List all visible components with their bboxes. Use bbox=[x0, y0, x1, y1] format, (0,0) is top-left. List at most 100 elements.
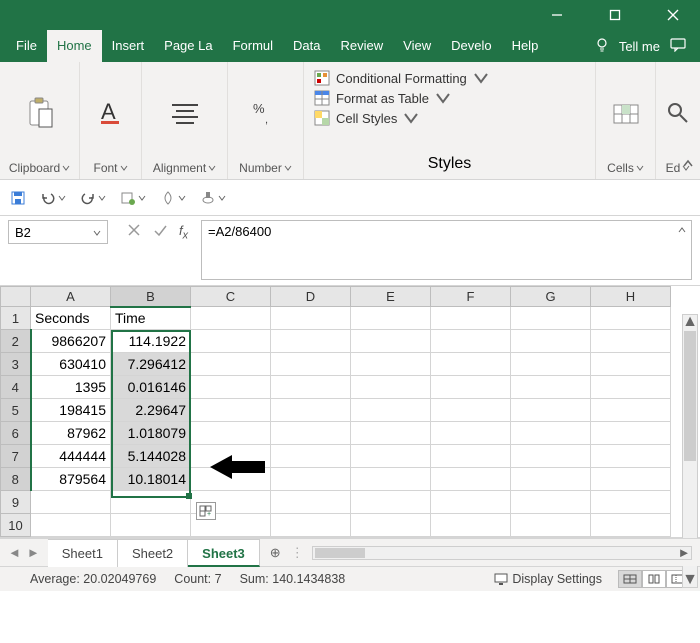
page-layout-view-button[interactable] bbox=[642, 570, 666, 588]
tab-review[interactable]: Review bbox=[331, 30, 394, 62]
cell[interactable] bbox=[271, 514, 351, 537]
cell[interactable]: 5.144028 bbox=[111, 445, 191, 468]
comments-icon[interactable] bbox=[670, 38, 686, 55]
cell[interactable] bbox=[271, 376, 351, 399]
row-header[interactable]: 7 bbox=[1, 445, 31, 468]
tab-help[interactable]: Help bbox=[502, 30, 549, 62]
cell[interactable] bbox=[191, 307, 271, 330]
cell[interactable]: Time bbox=[111, 307, 191, 330]
cell[interactable] bbox=[511, 514, 591, 537]
tab-data[interactable]: Data bbox=[283, 30, 330, 62]
cell[interactable] bbox=[191, 422, 271, 445]
formula-input[interactable]: =A2/86400 bbox=[201, 220, 692, 280]
fx-icon[interactable]: fx bbox=[179, 223, 188, 242]
cell[interactable] bbox=[431, 376, 511, 399]
cell[interactable] bbox=[191, 330, 271, 353]
cell[interactable] bbox=[591, 491, 671, 514]
tab-pagelayout[interactable]: Page La bbox=[154, 30, 222, 62]
cell[interactable] bbox=[111, 514, 191, 537]
cell[interactable] bbox=[271, 445, 351, 468]
horizontal-scrollbar[interactable]: ◄ ► bbox=[312, 546, 692, 560]
cell[interactable] bbox=[31, 491, 111, 514]
cell[interactable]: 879564 bbox=[31, 468, 111, 491]
cell[interactable] bbox=[271, 399, 351, 422]
cell[interactable] bbox=[431, 399, 511, 422]
cell[interactable] bbox=[351, 399, 431, 422]
cell[interactable] bbox=[431, 422, 511, 445]
cell[interactable] bbox=[591, 353, 671, 376]
cell[interactable] bbox=[591, 330, 671, 353]
cell[interactable]: 198415 bbox=[31, 399, 111, 422]
redo-button[interactable] bbox=[80, 190, 106, 206]
cell[interactable] bbox=[271, 353, 351, 376]
cell[interactable] bbox=[191, 353, 271, 376]
tab-developer[interactable]: Develo bbox=[441, 30, 501, 62]
cell[interactable]: 1.018079 bbox=[111, 422, 191, 445]
expand-formula-icon[interactable] bbox=[677, 223, 687, 238]
cell[interactable]: 10.18014 bbox=[111, 468, 191, 491]
cell[interactable] bbox=[351, 307, 431, 330]
conditional-formatting[interactable]: Conditional Formatting bbox=[314, 68, 585, 88]
normal-view-button[interactable] bbox=[618, 570, 642, 588]
row-header[interactable]: 5 bbox=[1, 399, 31, 422]
row-header[interactable]: 6 bbox=[1, 422, 31, 445]
minimize-button[interactable] bbox=[538, 0, 576, 30]
alignment-icon[interactable] bbox=[170, 98, 200, 128]
cell[interactable] bbox=[351, 468, 431, 491]
cell[interactable] bbox=[591, 468, 671, 491]
cell[interactable]: 1395 bbox=[31, 376, 111, 399]
cell[interactable] bbox=[351, 445, 431, 468]
cell[interactable] bbox=[351, 376, 431, 399]
row-header[interactable]: 4 bbox=[1, 376, 31, 399]
chevron-down-icon[interactable] bbox=[93, 225, 101, 240]
row-header[interactable]: 1 bbox=[1, 307, 31, 330]
cell[interactable] bbox=[591, 376, 671, 399]
tab-insert[interactable]: Insert bbox=[102, 30, 155, 62]
format-as-table[interactable]: Format as Table bbox=[314, 88, 585, 108]
col-header-E[interactable]: E bbox=[351, 287, 431, 307]
row-header[interactable]: 8 bbox=[1, 468, 31, 491]
row-header[interactable]: 2 bbox=[1, 330, 31, 353]
cell[interactable] bbox=[191, 376, 271, 399]
cell[interactable] bbox=[511, 330, 591, 353]
cell[interactable] bbox=[511, 353, 591, 376]
cell[interactable] bbox=[271, 422, 351, 445]
cell[interactable] bbox=[271, 468, 351, 491]
col-header-B[interactable]: B bbox=[111, 287, 191, 307]
font-icon[interactable]: A bbox=[96, 98, 126, 128]
cell[interactable] bbox=[431, 468, 511, 491]
cell-styles[interactable]: Cell Styles bbox=[314, 108, 585, 128]
cell[interactable]: 87962 bbox=[31, 422, 111, 445]
tab-view[interactable]: View bbox=[393, 30, 441, 62]
tab-home[interactable]: Home bbox=[47, 30, 102, 62]
cell[interactable] bbox=[511, 422, 591, 445]
cell[interactable] bbox=[591, 422, 671, 445]
scroll-up-icon[interactable]: ▲ bbox=[683, 315, 697, 329]
cell[interactable] bbox=[271, 491, 351, 514]
collapse-ribbon-icon[interactable] bbox=[682, 157, 694, 175]
col-header-H[interactable]: H bbox=[591, 287, 671, 307]
display-settings[interactable]: Display Settings bbox=[494, 572, 602, 586]
cell[interactable] bbox=[511, 491, 591, 514]
cell[interactable]: 444444 bbox=[31, 445, 111, 468]
cell[interactable] bbox=[431, 307, 511, 330]
sheet-tab[interactable]: Sheet3 bbox=[188, 539, 260, 567]
cell[interactable] bbox=[511, 399, 591, 422]
cell[interactable] bbox=[591, 399, 671, 422]
select-all-corner[interactable] bbox=[1, 287, 31, 307]
sheet-nav[interactable]: ◄► bbox=[0, 545, 48, 560]
cell[interactable] bbox=[591, 307, 671, 330]
col-header-C[interactable]: C bbox=[191, 287, 271, 307]
scrollbar-thumb[interactable] bbox=[684, 331, 696, 461]
cell[interactable] bbox=[431, 491, 511, 514]
col-header-A[interactable]: A bbox=[31, 287, 111, 307]
sheet-tab[interactable]: Sheet1 bbox=[48, 539, 118, 567]
number-icon[interactable]: %, bbox=[251, 98, 281, 128]
cell[interactable]: 9866207 bbox=[31, 330, 111, 353]
row-header[interactable]: 9 bbox=[1, 491, 31, 514]
tab-file[interactable]: File bbox=[6, 30, 47, 62]
cells-icon[interactable] bbox=[611, 98, 641, 128]
tab-formulas[interactable]: Formul bbox=[223, 30, 283, 62]
sheet-tab[interactable]: Sheet2 bbox=[118, 539, 188, 567]
close-button[interactable] bbox=[654, 0, 692, 30]
